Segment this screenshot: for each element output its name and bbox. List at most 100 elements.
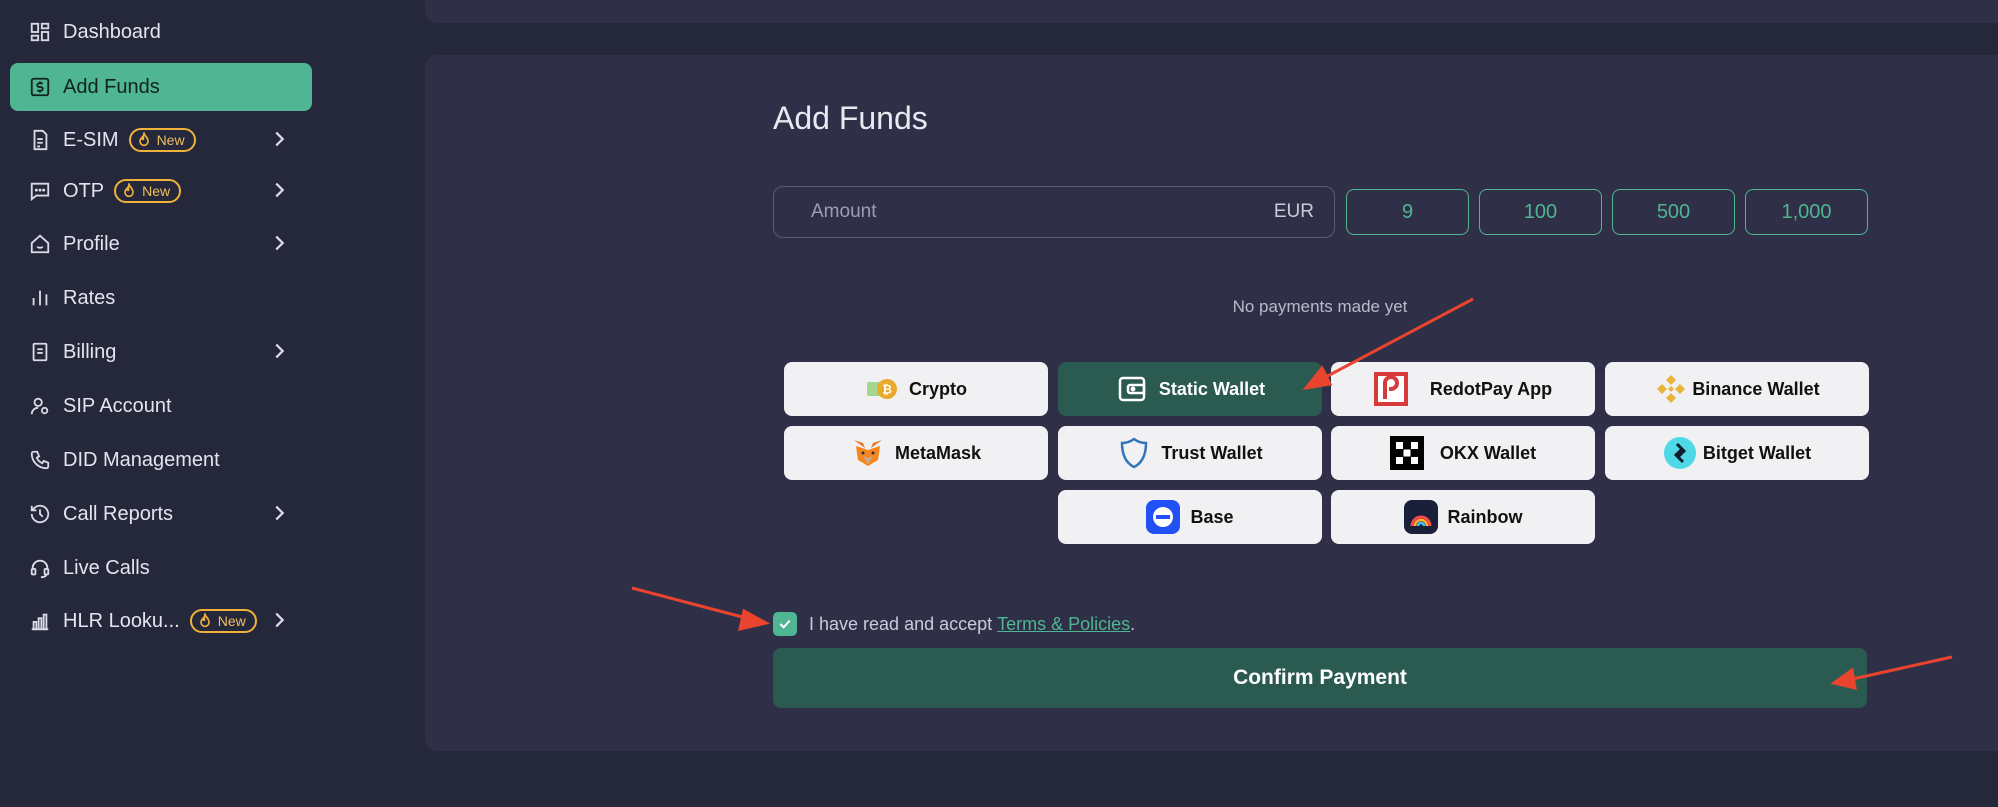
payment-method-label: MetaMask <box>894 442 982 463</box>
flame-icon <box>199 613 210 628</box>
redotpay-logo-icon <box>1373 372 1408 406</box>
sidebar-item-label: Rates <box>63 286 116 309</box>
preset-amount-button[interactable]: 100 <box>1479 189 1602 235</box>
payment-method-rainbow[interactable]: Rainbow <box>1331 490 1595 544</box>
chevron-right-icon <box>275 343 285 359</box>
sidebar-item-esim[interactable]: E-SIM New <box>10 116 312 164</box>
sidebar-item-label: E-SIM <box>63 128 119 151</box>
okx-logo-icon <box>1389 436 1424 470</box>
amount-input[interactable] <box>809 200 1274 224</box>
payment-method-redotpay[interactable]: RedotPay App <box>1331 362 1595 416</box>
chevron-right-icon <box>275 505 285 521</box>
sidebar-item-label: DID Management <box>63 448 220 471</box>
sim-icon <box>27 127 53 153</box>
confirm-payment-button[interactable]: Confirm Payment <box>773 648 1867 708</box>
sidebar-item-call-reports[interactable]: Call Reports <box>10 490 312 538</box>
badge-label: New <box>142 183 171 199</box>
home-icon <box>27 231 53 257</box>
payment-method-label: Static Wallet <box>1158 378 1266 399</box>
chart-icon <box>27 608 53 634</box>
sidebar-item-label: Call Reports <box>63 502 174 525</box>
payment-method-base[interactable]: Base <box>1058 490 1322 544</box>
dollar-card-icon <box>27 74 53 100</box>
terms-link[interactable]: Terms & Policies <box>997 614 1130 635</box>
sidebar-item-billing[interactable]: Billing <box>10 328 312 376</box>
chevron-right-icon <box>275 182 285 198</box>
rainbow-logo-icon <box>1403 500 1438 534</box>
payment-method-trust-wallet[interactable]: Trust Wallet <box>1058 426 1322 480</box>
new-badge: New <box>128 128 196 152</box>
payment-method-bitget[interactable]: Bitget Wallet <box>1605 426 1869 480</box>
crypto-coins-icon: ₿ <box>865 372 899 406</box>
payment-method-crypto[interactable]: ₿ Crypto <box>784 362 1048 416</box>
base-logo-icon <box>1146 500 1181 534</box>
binance-logo-icon <box>1654 372 1688 406</box>
preset-amount-button[interactable]: 500 <box>1612 189 1735 235</box>
metamask-fox-icon <box>851 436 885 470</box>
dashboard-icon <box>27 19 53 45</box>
sidebar-item-label: HLR Looku... <box>63 609 180 632</box>
sidebar-item-label: Live Calls <box>63 556 150 579</box>
terms-suffix: . <box>1130 613 1136 634</box>
payment-method-static-wallet[interactable]: Static Wallet <box>1058 362 1322 416</box>
new-badge: New <box>189 609 257 633</box>
wallet-icon <box>1115 372 1149 406</box>
badge-label: New <box>217 613 246 629</box>
terms-checkbox[interactable] <box>773 612 797 636</box>
chevron-right-icon <box>275 235 285 251</box>
payment-method-okx[interactable]: OKX Wallet <box>1331 426 1595 480</box>
page-title: Add Funds <box>773 100 928 136</box>
trust-shield-icon <box>1117 436 1151 470</box>
sidebar-item-hlr-lookup[interactable]: HLR Looku... New <box>10 597 312 645</box>
headset-icon <box>27 555 53 581</box>
sidebar-item-live-calls[interactable]: Live Calls <box>10 544 312 592</box>
sidebar-item-dashboard[interactable]: Dashboard <box>10 8 312 56</box>
amount-field[interactable]: EUR <box>773 186 1335 238</box>
document-icon <box>27 339 53 365</box>
message-icon <box>27 178 53 204</box>
payment-method-label: Trust Wallet <box>1161 442 1263 463</box>
sidebar: Dashboard Add Funds E-SIM New OTP New Pr… <box>0 0 325 807</box>
svg-text:₿: ₿ <box>882 383 892 397</box>
previous-card <box>425 0 1998 23</box>
terms-text: I have read and accept <box>809 613 993 634</box>
preset-amount-button[interactable]: 1,000 <box>1745 189 1868 235</box>
sidebar-item-add-funds[interactable]: Add Funds <box>10 63 312 111</box>
history-icon <box>27 501 53 527</box>
sidebar-item-otp[interactable]: OTP New <box>10 167 312 215</box>
payment-method-label: Binance Wallet <box>1692 378 1820 399</box>
flame-icon <box>124 183 134 198</box>
preset-amount-button[interactable]: 9 <box>1346 189 1469 235</box>
sidebar-item-profile[interactable]: Profile <box>10 220 312 268</box>
payment-method-label: OKX Wallet <box>1439 442 1537 463</box>
bitget-logo-icon <box>1663 436 1697 470</box>
payment-method-label: RedotPay App <box>1429 378 1553 399</box>
phone-icon <box>27 447 53 473</box>
payment-method-label: Crypto <box>909 378 967 399</box>
sidebar-item-label: SIP Account <box>63 394 172 417</box>
payment-method-binance[interactable]: Binance Wallet <box>1605 362 1869 416</box>
sidebar-item-label: Profile <box>63 232 120 255</box>
check-icon <box>779 619 791 629</box>
sidebar-item-rates[interactable]: Rates <box>10 274 312 322</box>
payment-method-label: Bitget Wallet <box>1702 442 1812 463</box>
sidebar-item-label: Billing <box>63 340 117 363</box>
no-payments-message: No payments made yet <box>1232 297 1408 316</box>
new-badge: New <box>114 179 182 203</box>
payment-method-label: Rainbow <box>1447 506 1523 527</box>
sidebar-item-sip-account[interactable]: SIP Account <box>10 382 312 430</box>
user-gear-icon <box>27 393 53 419</box>
chevron-right-icon <box>275 612 285 628</box>
chevron-right-icon <box>275 131 285 147</box>
badge-label: New <box>156 132 185 148</box>
bars-icon <box>27 285 53 311</box>
sidebar-item-label: Dashboard <box>63 20 161 43</box>
terms-row: I have read and accept Terms & Policies … <box>773 612 1135 636</box>
flame-icon <box>138 132 149 147</box>
sidebar-item-did-management[interactable]: DID Management <box>10 436 312 484</box>
currency-label: EUR <box>1273 201 1314 222</box>
sidebar-item-label: OTP <box>63 179 105 202</box>
payment-method-metamask[interactable]: MetaMask <box>784 426 1048 480</box>
payment-method-label: Base <box>1190 506 1234 527</box>
sidebar-item-label: Add Funds <box>63 75 160 98</box>
